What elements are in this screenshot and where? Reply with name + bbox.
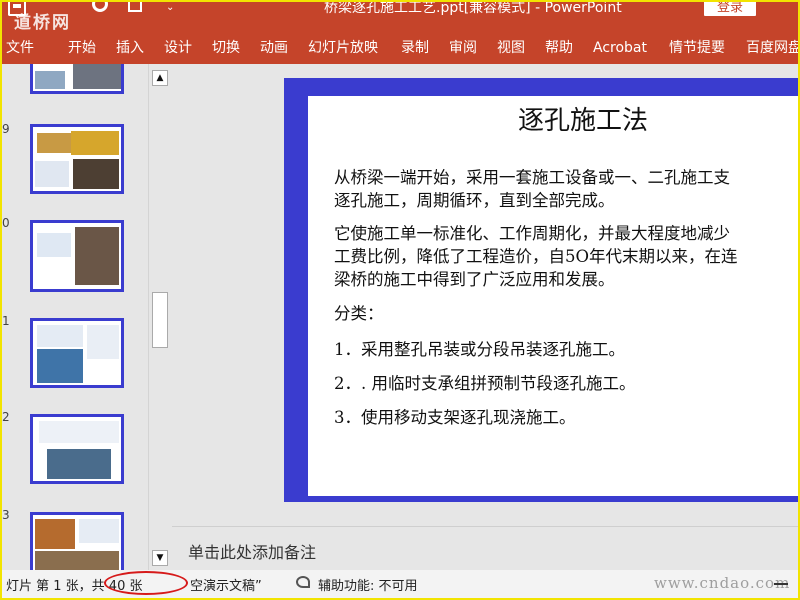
redo-icon[interactable] [92,2,108,12]
slide-text-line[interactable]: 2．. 用临时支承组拼预制节段逐孔施工。 [334,372,636,395]
tab-acrobat[interactable]: Acrobat [593,32,647,64]
slide-text-line[interactable]: 梁桥的施工中得到了广泛应用和发展。 [334,268,615,291]
scroll-up-icon[interactable]: ▲ [152,70,168,86]
tab-design[interactable]: 设计 [164,32,192,64]
slide-editor: 逐孔施工法 从桥梁一端开始，采用一套施工设备或一、二孔施工支 逐孔施工，周期循环… [172,64,798,526]
notes-pane[interactable]: 单击此处添加备注 [172,526,798,570]
slide-thumbnail[interactable] [30,318,124,388]
thumbnail-scrollbar[interactable]: ▲ ▼ [148,64,170,570]
slide-thumbnail[interactable] [30,64,124,94]
slide-number: 0 [2,216,10,230]
annotation-circle [104,571,188,595]
title-bar: 道桥网 ⌄ 桥梁逐孔施工工艺.ppt[兼容模式] - PowerPoint 登录 [2,2,798,32]
tab-transitions[interactable]: 切换 [212,32,240,64]
login-button[interactable]: 登录 [704,2,756,16]
accessibility-icon[interactable] [296,576,310,588]
zoom-out-icon[interactable] [774,583,788,585]
slide-content-box[interactable]: 逐孔施工法 从桥梁一端开始，采用一套施工设备或一、二孔施工支 逐孔施工，周期循环… [308,96,798,496]
tab-review[interactable]: 审阅 [449,32,477,64]
ribbon-tabs: 文件 开始 插入 设计 切换 动画 幻灯片放映 录制 审阅 视图 帮助 Acro… [2,32,798,64]
tab-animations[interactable]: 动画 [260,32,288,64]
slide-text-line[interactable]: 1．采用整孔吊装或分段吊装逐孔施工。 [334,338,625,361]
tab-slideshow[interactable]: 幻灯片放映 [308,32,378,64]
slide-thumbnail[interactable] [30,414,124,484]
theme-name: 空演示文稿” [190,579,262,594]
slide-thumbnail-pane: 9 0 1 2 3 [2,64,148,570]
slide-thumbnail[interactable] [30,512,124,570]
slide-number: 2 [2,410,10,424]
scroll-thumb[interactable] [152,292,168,348]
notes-placeholder[interactable]: 单击此处添加备注 [188,539,316,563]
slide-text-line[interactable]: 工费比例，降低了工程造价，自5O年代末期以来，在连 [334,245,738,268]
site-watermark: www.cndao.com [654,574,791,592]
slide-text-line[interactable]: 它使施工单一标准化、工作周期化，并最大程度地减少 [334,222,730,245]
customize-qat-chevron-icon[interactable]: ⌄ [166,2,174,13]
tab-baidu-netdisk[interactable]: 百度网盘 [746,32,798,64]
slide-number: 9 [2,122,10,136]
slide-thumbnail[interactable] [30,220,124,292]
document-title: 桥梁逐孔施工工艺.ppt[兼容模式] - PowerPoint [324,2,622,16]
slide-text-line[interactable]: 从桥梁一端开始，采用一套施工设备或一、二孔施工支 [334,166,730,189]
site-logo: 道桥网 [14,13,71,32]
status-bar: 灯片 第 1 张，共 40 张 空演示文稿” 辅助功能: 不可用 www.cnd… [2,570,798,598]
slide-thumbnail[interactable] [30,124,124,194]
slide-text-line[interactable]: 3．使用移动支架逐孔现浇施工。 [334,406,576,429]
slide-number: 1 [2,314,10,328]
tab-home[interactable]: 开始 [68,32,96,64]
tab-insert[interactable]: 插入 [116,32,144,64]
tab-file[interactable]: 文件 [6,32,34,64]
tab-record[interactable]: 录制 [401,32,429,64]
scroll-down-icon[interactable]: ▼ [152,550,168,566]
tab-help[interactable]: 帮助 [545,32,573,64]
tab-view[interactable]: 视图 [497,32,525,64]
tab-storyboarding[interactable]: 情节提要 [669,32,725,64]
slide-text-line[interactable]: 分类： [334,302,384,325]
current-slide[interactable]: 逐孔施工法 从桥梁一端开始，采用一套施工设备或一、二孔施工支 逐孔施工，周期循环… [284,78,798,502]
slide-title[interactable]: 逐孔施工法 [308,100,798,137]
present-from-start-icon[interactable] [128,2,142,12]
accessibility-status[interactable]: 辅助功能: 不可用 [318,575,418,594]
slide-text-line[interactable]: 逐孔施工，周期循环，直到全部完成。 [334,189,615,212]
slide-number: 3 [2,508,10,522]
